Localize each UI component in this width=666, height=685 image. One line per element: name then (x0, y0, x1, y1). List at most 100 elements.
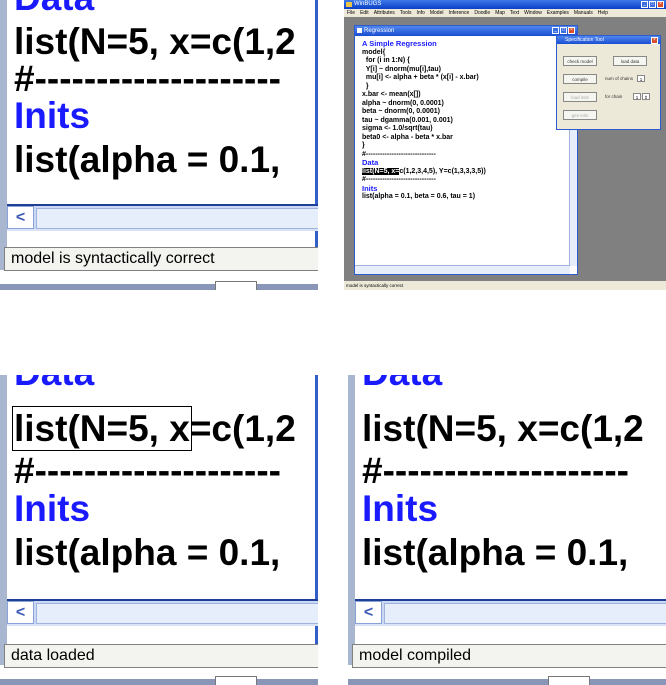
spec-title-bar: Specification Tool × (557, 36, 660, 44)
data-heading: Data (14, 375, 94, 393)
menu-manuals[interactable]: Manuals (574, 9, 593, 17)
code-view: Data list(N=5, x=c(1,2 #----------------… (12, 375, 318, 595)
num-chains-input[interactable]: 1 (637, 75, 645, 82)
code-line: Y[i] ~ dnorm(mu[i],tau) (362, 65, 442, 73)
load-inits-button[interactable]: load inits (563, 92, 597, 102)
data-rest: =c(1,2 (189, 408, 296, 449)
code-line: tau ~ dgamma(0.001, 0.001) (362, 116, 453, 124)
horizontal-scrollbar[interactable]: < (7, 204, 318, 231)
chevron-left-icon: < (15, 208, 26, 226)
menu-file[interactable]: File (347, 9, 355, 17)
code-line: sigma <- 1.0/sqrt(tau) (362, 125, 433, 132)
chevron-left-icon: < (363, 603, 374, 621)
num-chains-label: num of chains (605, 76, 634, 81)
for-chain-input[interactable]: 1 (633, 93, 641, 100)
gen-inits-button[interactable]: gen inits (563, 110, 597, 120)
maximize-icon[interactable]: □ (649, 1, 656, 8)
data-line[interactable]: list(N=5, x=c(1,2 (362, 409, 644, 449)
menu-edit[interactable]: Edit (360, 9, 369, 17)
inits-heading: Inits (14, 488, 91, 529)
menu-doodle[interactable]: Doodle (474, 9, 490, 17)
separator-line: #-------------------- (14, 450, 282, 491)
menu-text[interactable]: Text (510, 9, 519, 17)
menu-bar: File Edit Attributes Tools Info Model In… (344, 9, 666, 17)
code-line: model{ (362, 48, 386, 56)
window-left-edge (0, 0, 7, 270)
doc-minimize-icon[interactable]: _ (552, 27, 559, 34)
compile-button[interactable]: compile (563, 74, 597, 84)
menu-info[interactable]: Info (417, 9, 425, 17)
doc-horizontal-scrollbar[interactable] (355, 265, 570, 274)
data-selection[interactable]: list(N=5, x= (362, 167, 400, 175)
taskbar-strip (0, 676, 318, 685)
code-line: for (i in 1:N) { (362, 57, 410, 64)
inits-heading: Inits (362, 488, 439, 529)
horizontal-scrollbar[interactable]: < (355, 599, 666, 626)
data-rest: c(1,2,3,4,5), Y=c(1,3,3,3,5)) (399, 167, 486, 175)
doc-maximize-icon[interactable]: □ (560, 27, 567, 34)
menu-help[interactable]: Help (598, 9, 608, 17)
code-inits-heading: Inits (362, 183, 378, 193)
code-view: Data list(N=5, x=c(1,2 #----------------… (362, 375, 666, 595)
taskbar-strip (0, 281, 318, 290)
document-title-bar: Regression _ □ × (355, 26, 577, 36)
load-data-button[interactable]: load data (613, 56, 647, 66)
document-icon (357, 28, 362, 33)
code-line: } (362, 82, 369, 90)
zoom-panel-compiled: Data list(N=5, x=c(1,2 #----------------… (348, 375, 666, 685)
menu-examples[interactable]: Examples (547, 9, 569, 17)
doc-close-icon[interactable]: × (568, 27, 575, 34)
code-data-line: list(N=5, x=c(1,2,3,4,5), Y=c(1,3,3,3,5)… (362, 167, 486, 177)
code-data-heading: Data (362, 158, 379, 167)
code-line: beta0 <- alpha - beta * x.bar (362, 133, 453, 141)
code-line: } (362, 142, 365, 149)
app-title-bar: WinBUGS _ □ × (344, 0, 666, 9)
inits-line[interactable]: list(alpha = 0.1, (14, 533, 280, 573)
spec-close-icon[interactable]: × (651, 37, 658, 44)
window-left-edge (348, 375, 355, 665)
close-icon[interactable]: × (657, 1, 664, 8)
check-model-button[interactable]: check model (563, 56, 597, 66)
menu-model[interactable]: Model (430, 9, 444, 17)
scroll-thumb[interactable] (384, 603, 666, 624)
menu-tools[interactable]: Tools (400, 9, 412, 17)
inits-line[interactable]: list(alpha = 0.1, (362, 533, 628, 573)
taskbar-tab (215, 281, 257, 290)
data-line[interactable]: list(N=5, x=c(1,2 (14, 22, 296, 62)
app-title: WinBUGS (354, 1, 382, 7)
winbugs-logo-icon (346, 2, 352, 7)
code-line: x.bar <- mean(x[]) (362, 91, 421, 98)
menu-inference[interactable]: Inference (448, 9, 469, 17)
code-line: beta ~ dnorm(0, 0.0001) (362, 108, 441, 115)
separator-line: #-------------------- (14, 58, 282, 99)
chevron-left-icon: < (15, 603, 26, 621)
code-line: #------------------------------ (362, 176, 436, 183)
data-heading: Data (362, 375, 442, 393)
data-line[interactable]: list(N=5, x=c(1,2 (12, 406, 296, 451)
menu-map[interactable]: Map (495, 9, 505, 17)
scroll-left-button[interactable]: < (7, 206, 34, 229)
for-chain-stepper[interactable]: ⇕ (642, 93, 650, 100)
spec-title: Specification Tool (565, 37, 604, 43)
data-heading: Data (14, 0, 94, 18)
zoom-panel-syntax-check: Data list(N=5, x=c(1,2 #----------------… (0, 0, 318, 290)
scroll-thumb[interactable] (36, 603, 318, 624)
code-line: #------------------------------ (362, 150, 436, 158)
code-view: Data list(N=5, x=c(1,2 #----------------… (14, 0, 318, 200)
horizontal-scrollbar[interactable]: < (7, 599, 318, 626)
status-bar: model compiled (352, 644, 666, 668)
minimize-icon[interactable]: _ (641, 1, 648, 8)
separator-line: #-------------------- (362, 450, 630, 491)
code-line: alpha ~ dnorm(0, 0.0001) (362, 99, 444, 107)
scroll-thumb[interactable] (36, 208, 318, 229)
zoom-panel-data-loaded: Data list(N=5, x=c(1,2 #----------------… (0, 375, 318, 685)
menu-attributes[interactable]: Attributes (374, 9, 395, 17)
inits-line[interactable]: list(alpha = 0.1, (14, 140, 280, 180)
taskbar-strip (348, 676, 666, 685)
code-line: mu[i] <- alpha + beta * (x[i] - x.bar) (362, 74, 479, 81)
menu-window[interactable]: Window (524, 9, 542, 17)
scroll-left-button[interactable]: < (355, 601, 382, 624)
scroll-left-button[interactable]: < (7, 601, 34, 624)
model-code[interactable]: A Simple Regression model{ for (i in 1:N… (362, 39, 486, 202)
data-selection[interactable]: list(N=5, x (12, 406, 192, 451)
